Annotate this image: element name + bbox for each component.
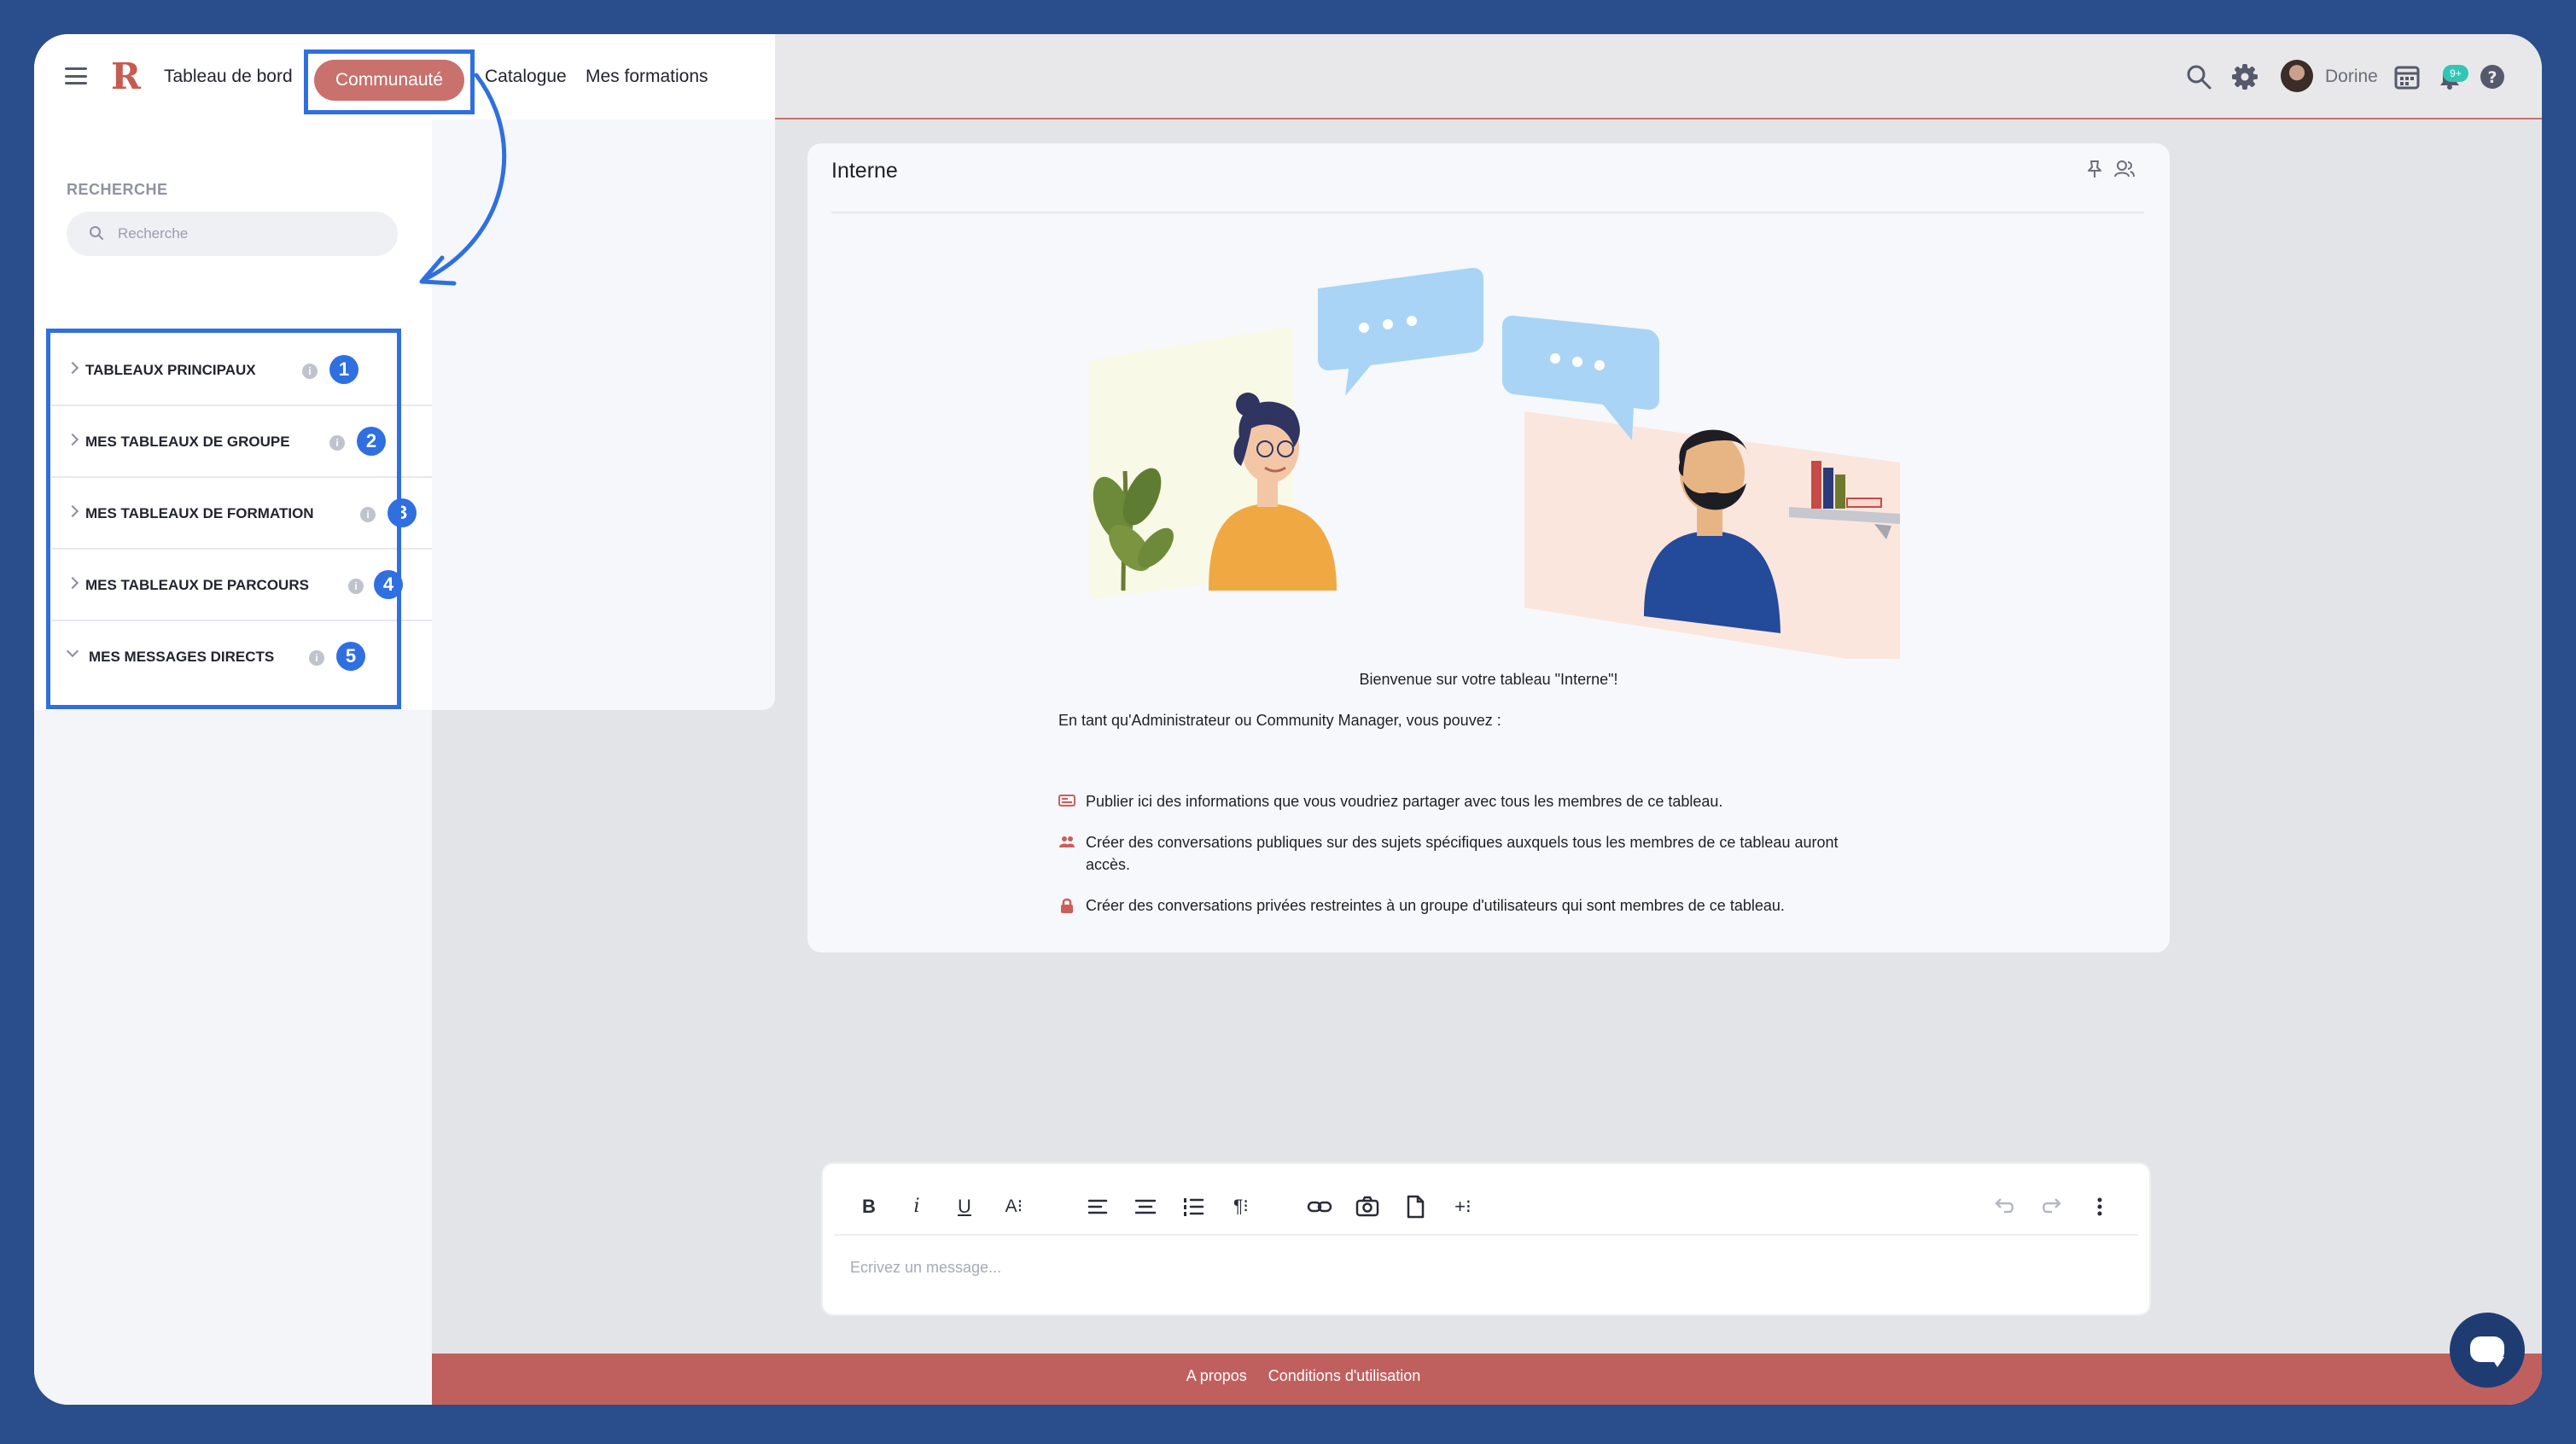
camera-icon[interactable] xyxy=(1352,1191,1383,1222)
announcement-icon xyxy=(1058,795,1075,806)
align-left-icon[interactable] xyxy=(1082,1191,1113,1222)
message-input[interactable] xyxy=(850,1253,2045,1282)
footer: A propos Conditions d'utilisation xyxy=(432,1354,2542,1405)
bullet-text: Créer des conversations privées restrein… xyxy=(1086,897,1785,914)
board-card: Interne Bienvenue sur votre tableau "Int… xyxy=(807,143,2170,952)
help-icon[interactable]: ? xyxy=(2479,63,2506,90)
gear-icon[interactable] xyxy=(2231,63,2258,90)
paragraph-button[interactable]: ¶⁝ xyxy=(1224,1191,1258,1222)
terms-link[interactable]: Conditions d'utilisation xyxy=(1268,1367,1421,1384)
bullet-item: Créer des conversations publiques sur de… xyxy=(1058,831,1878,876)
ordered-list-icon[interactable] xyxy=(1178,1191,1209,1222)
brand-logo[interactable]: R xyxy=(111,53,141,101)
app-window: R Tableau de bord Communauté Catalogue M… xyxy=(34,34,2542,1405)
italic-button[interactable]: i xyxy=(901,1191,932,1222)
bullet-item: Publier ici des informations que vous vo… xyxy=(1058,790,1878,812)
search-box[interactable] xyxy=(67,212,398,256)
divider xyxy=(831,212,2144,213)
text-size-button[interactable]: A⁝ xyxy=(997,1191,1031,1222)
pin-icon[interactable] xyxy=(2084,159,2105,179)
annotation-arrow-icon xyxy=(419,73,507,286)
welcome-text: Bienvenue sur votre tableau "Interne"! xyxy=(1359,671,1618,688)
highlight-sections-annotation xyxy=(46,329,401,709)
notification-badge: 9+ xyxy=(2443,65,2468,82)
search-section-label: RECHERCHE xyxy=(67,181,168,198)
nav-my-trainings[interactable]: Mes formations xyxy=(586,60,708,94)
chat-bubble-tail xyxy=(2491,1357,2504,1367)
conversation-illustration xyxy=(1089,267,1900,659)
group-icon xyxy=(1059,836,1075,847)
more-options-icon[interactable] xyxy=(2084,1191,2115,1222)
bullet-text: Publier ici des informations que vous vo… xyxy=(1086,793,1723,810)
underline-button[interactable]: U xyxy=(949,1191,980,1222)
file-icon[interactable] xyxy=(1400,1191,1431,1222)
bullet-item: Créer des conversations privées restrein… xyxy=(1058,894,1878,917)
sidebar-list-area: RECHERCHE TABLEAUX PRINCIPAUX i 1 MES TA… xyxy=(34,119,432,710)
bold-button[interactable]: B xyxy=(854,1191,884,1222)
chat-support-button[interactable] xyxy=(2450,1313,2525,1388)
search-icon[interactable] xyxy=(2185,63,2212,90)
link-icon[interactable] xyxy=(1304,1191,1335,1222)
board-title: Interne xyxy=(831,159,898,183)
intro-text: En tant qu'Administrateur ou Community M… xyxy=(1058,712,1501,729)
align-center-icon[interactable] xyxy=(1130,1191,1161,1222)
svg-text:?: ? xyxy=(2487,68,2497,87)
redo-icon[interactable] xyxy=(2037,1191,2067,1222)
search-input[interactable] xyxy=(118,222,374,246)
lock-icon xyxy=(1061,898,1073,913)
message-editor: B i U A⁝ ¶⁝ +⁝ Ecrivez un message... xyxy=(821,1162,2151,1316)
nav-dashboard[interactable]: Tableau de bord xyxy=(164,60,293,94)
insert-button[interactable]: +⁝ xyxy=(1446,1191,1480,1222)
user-name[interactable]: Dorine xyxy=(2325,63,2378,90)
footer-links: A propos Conditions d'utilisation xyxy=(432,1367,2175,1385)
calendar-icon[interactable] xyxy=(2393,63,2421,90)
bullet-text: Créer des conversations publiques sur de… xyxy=(1086,834,1839,873)
editor-toolbar: B i U A⁝ ¶⁝ +⁝ xyxy=(835,1176,2139,1236)
avatar[interactable] xyxy=(2281,60,2313,92)
members-icon[interactable] xyxy=(2113,159,2136,179)
menu-icon[interactable] xyxy=(65,65,87,87)
search-icon xyxy=(90,226,103,240)
about-link[interactable]: A propos xyxy=(1186,1367,1247,1384)
undo-icon[interactable] xyxy=(1989,1191,2019,1222)
